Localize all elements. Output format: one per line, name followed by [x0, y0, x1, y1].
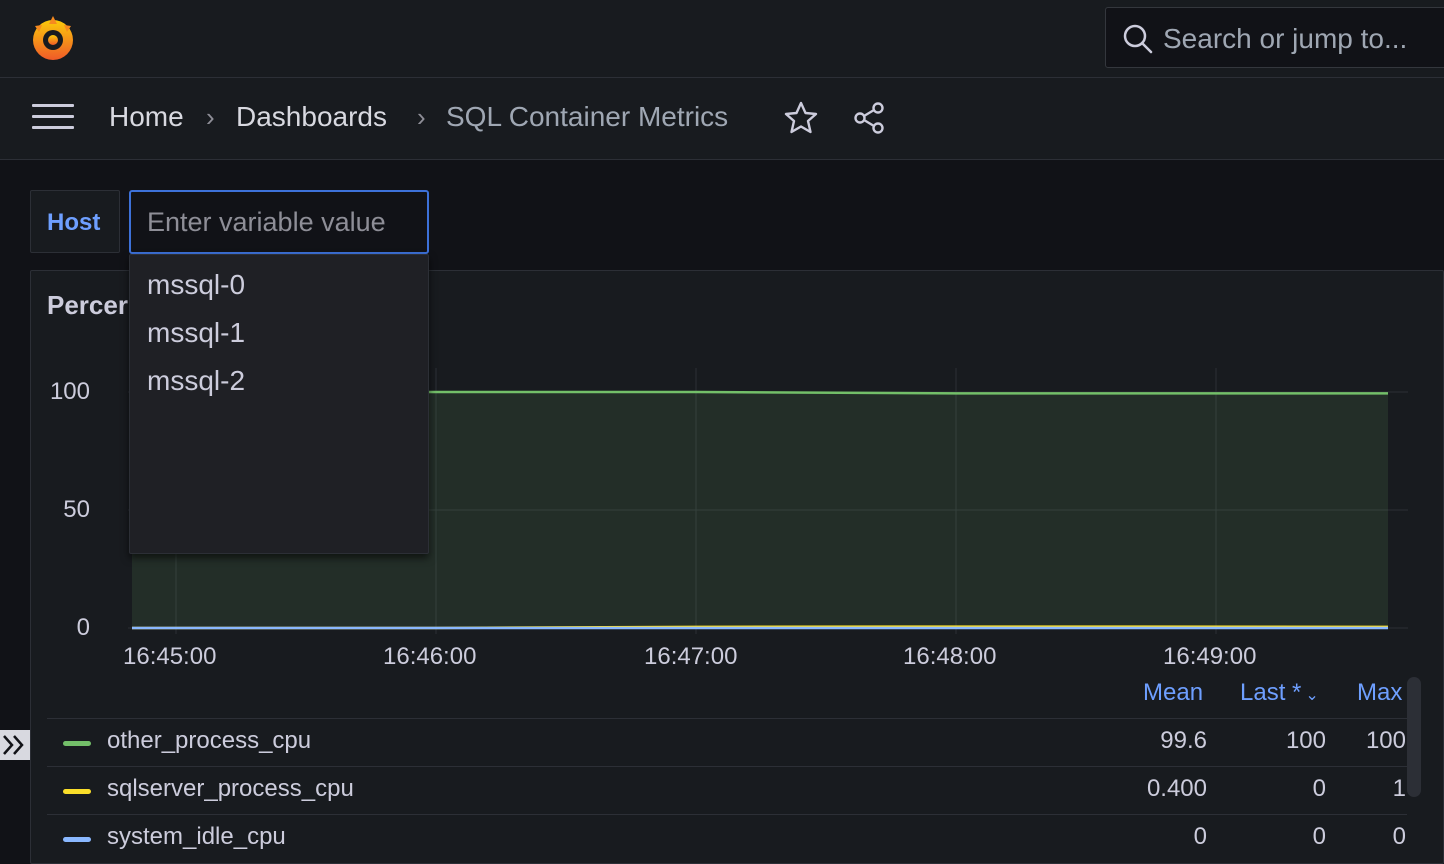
legend-header-max[interactable]: Max [1357, 679, 1402, 707]
legend-max-value: 0 [1392, 823, 1406, 850]
legend-last-value: 0 [1312, 775, 1326, 802]
legend-scrollbar[interactable] [1407, 677, 1421, 797]
legend-max-value: 1 [1392, 775, 1406, 802]
legend-series-name: system_idle_cpu [107, 823, 286, 850]
x-tick-label: 16:48:00 [903, 643, 997, 670]
legend-max-value: 100 [1365, 727, 1406, 754]
legend-row[interactable]: other_process_cpu 99.6 100 100 [47, 718, 1407, 766]
option-mssql-1[interactable]: mssql-1 [147, 317, 245, 349]
legend-series-name: sqlserver_process_cpu [107, 775, 354, 802]
double-chevron-right-icon [3, 735, 24, 755]
x-tick-label: 16:49:00 [1163, 643, 1257, 670]
legend-header-last[interactable]: Last * ⌄ [1240, 679, 1319, 707]
y-tick-label: 100 [49, 378, 90, 405]
y-tick-label: 0 [76, 614, 90, 641]
legend-header-last-label: Last * [1240, 679, 1302, 706]
expand-sidebar-handle[interactable] [0, 730, 30, 760]
series-color-swatch [63, 789, 91, 794]
legend-mean-value: 99.6 [1160, 727, 1207, 754]
legend-mean-value: 0.400 [1146, 775, 1207, 802]
legend-mean-value: 0 [1193, 823, 1207, 850]
legend-header-mean[interactable]: Mean [1143, 679, 1203, 707]
series-color-swatch [63, 837, 91, 842]
x-tick-label: 16:46:00 [383, 643, 477, 670]
legend-row[interactable]: system_idle_cpu 0 0 0 [47, 814, 1407, 862]
legend-last-value: 0 [1312, 823, 1326, 850]
x-tick-label: 16:47:00 [644, 643, 738, 670]
legend-last-value: 100 [1285, 727, 1326, 754]
option-mssql-0[interactable]: mssql-0 [147, 269, 245, 301]
option-mssql-2[interactable]: mssql-2 [147, 365, 245, 397]
series-color-swatch [63, 741, 91, 746]
chevron-down-icon: ⌄ [1305, 687, 1319, 704]
x-tick-label: 16:45:00 [123, 643, 217, 670]
y-tick-label: 50 [63, 496, 90, 523]
legend-series-name: other_process_cpu [107, 727, 312, 754]
variable-options-dropdown: mssql-0 mssql-1 mssql-2 [129, 254, 429, 554]
legend-row[interactable]: sqlserver_process_cpu 0.400 0 1 [47, 766, 1407, 814]
